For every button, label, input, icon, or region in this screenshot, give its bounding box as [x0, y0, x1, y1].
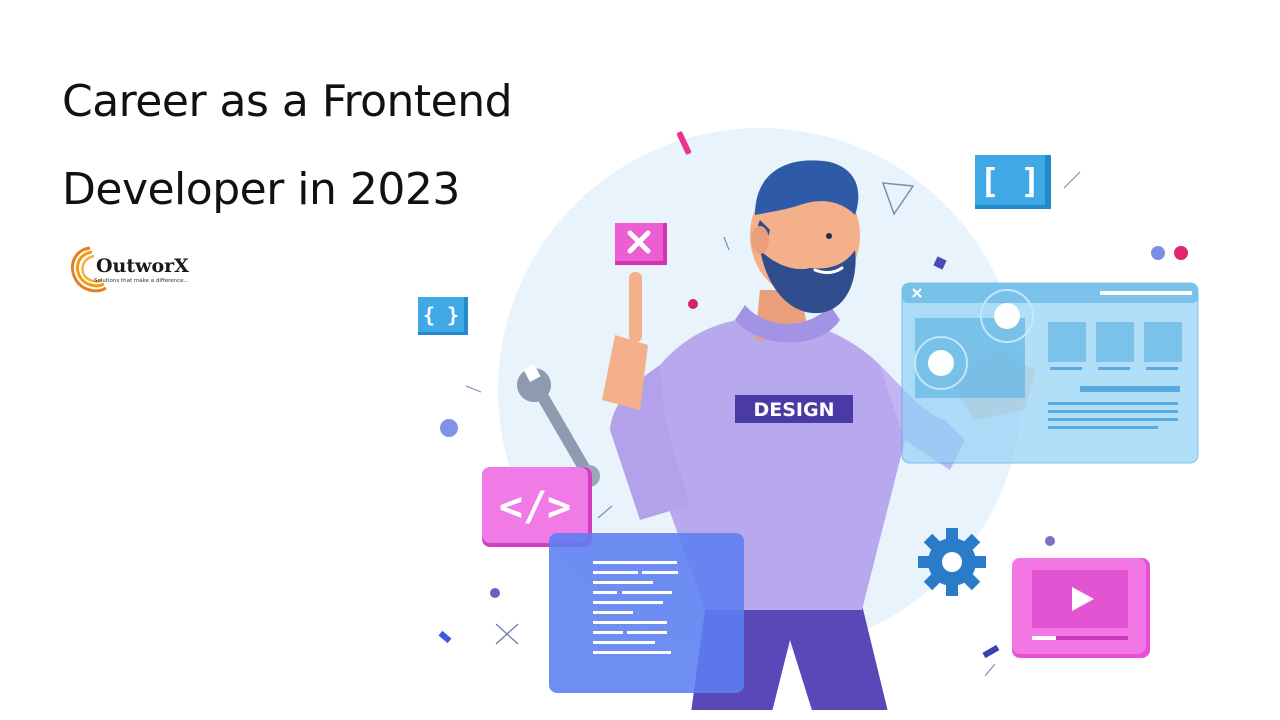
- company-logo: OutworX Solutions that make a difference…: [66, 242, 206, 298]
- shirt-label-text: DESIGN: [753, 399, 834, 421]
- code-editor-panel: [549, 533, 744, 693]
- developer-illustration: [ ] { } DESIGN </>: [400, 110, 1220, 710]
- curly-braces-icon: { }: [418, 297, 468, 335]
- video-player-panel: [1012, 558, 1150, 658]
- logo-tagline: Solutions that make a difference...: [94, 278, 189, 284]
- brackets-icon: [ ]: [975, 155, 1051, 209]
- gear-icon: [918, 528, 986, 596]
- svg-text:{ }: { }: [423, 303, 459, 327]
- logo-name: OutworX: [96, 255, 189, 277]
- svg-text:</>: </>: [499, 484, 571, 530]
- close-icon: [615, 223, 667, 265]
- shirt-label: DESIGN: [735, 395, 853, 423]
- browser-window-panel: [901, 282, 1199, 464]
- svg-text:[ ]: [ ]: [979, 162, 1040, 202]
